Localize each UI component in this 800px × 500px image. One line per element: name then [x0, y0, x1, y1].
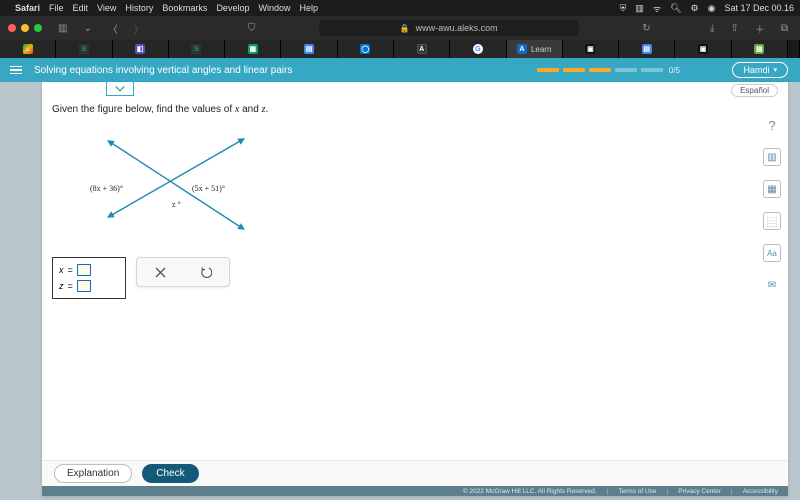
tab-purple[interactable]: ◧ — [113, 40, 169, 58]
tab-s2[interactable]: S — [169, 40, 225, 58]
bottom-bar: Explanation Check — [42, 460, 788, 486]
tab-dark1[interactable]: ▣ — [563, 40, 619, 58]
check-button[interactable]: Check — [142, 464, 198, 483]
copyright-text: © 2022 McGraw Hill LLC. All Rights Reser… — [463, 488, 597, 495]
topic-title: Solving equations involving vertical ang… — [34, 65, 293, 76]
undo-button[interactable] — [196, 263, 216, 281]
user-name: Hamdi — [743, 65, 769, 75]
tab-s1[interactable]: S — [56, 40, 112, 58]
tab-outlook[interactable]: ◯ — [338, 40, 394, 58]
menu-help[interactable]: Help — [299, 3, 318, 13]
answer-box: x= z= — [52, 257, 126, 299]
legal-footer: © 2022 McGraw Hill LLC. All Rights Reser… — [42, 486, 788, 496]
tabgroup-chevron-icon[interactable]: ⌄ — [79, 21, 95, 36]
lock-icon: 🔒 — [400, 24, 410, 33]
aleks-header: Solving equations involving vertical ang… — [0, 58, 800, 82]
help-button[interactable]: ? — [763, 116, 781, 134]
content-card: Español Given the figure below, find the… — [42, 82, 788, 496]
show-figure-button[interactable]: ▥ — [763, 148, 781, 166]
menu-view[interactable]: View — [97, 3, 116, 13]
question-text: Given the figure below, find the values … — [52, 104, 268, 115]
clear-button[interactable] — [150, 263, 170, 281]
chevron-down-icon — [115, 85, 125, 93]
new-tab-icon[interactable]: ＋ — [751, 19, 769, 38]
sidebar-toggle-icon[interactable]: ▥ — [54, 21, 71, 36]
z-input[interactable] — [77, 280, 91, 292]
reload-icon[interactable]: ↻ — [642, 23, 650, 34]
angle-label-left: (8x + 36)° — [90, 184, 123, 193]
card-subheader: Español — [42, 82, 788, 100]
tab-strip: ▲ S ◧ S ▦ ▤ ◯ A G ALearn ▣ ▤ ▣ ▨ — [0, 40, 800, 58]
close-window-icon[interactable] — [8, 24, 16, 32]
browser-toolbar: ▥ ⌄ 〈 〉 ⛉ 🔒 www-awu.aleks.com ↻ ⤓ ⇧ ＋ ⧉ — [0, 16, 800, 40]
user-menu[interactable]: Hamdi ▾ — [732, 62, 788, 78]
answer-controls — [136, 257, 230, 287]
tab-docs2[interactable]: ▤ — [619, 40, 675, 58]
siri-icon[interactable]: ◉ — [708, 3, 716, 14]
tab-aleks-learn[interactable]: ALearn — [507, 40, 563, 58]
answer-row-x: x= — [59, 264, 119, 276]
control-center-icon[interactable]: ⚙︎ — [691, 3, 699, 14]
search-icon[interactable]: 🔍︎ — [670, 3, 681, 14]
menu-history[interactable]: History — [125, 3, 153, 13]
menu-file[interactable]: File — [49, 3, 64, 13]
menu-hamburger-icon[interactable] — [10, 66, 22, 75]
menu-window[interactable]: Window — [258, 3, 290, 13]
x-icon — [155, 267, 166, 278]
menu-develop[interactable]: Develop — [216, 3, 249, 13]
menu-edit[interactable]: Edit — [73, 3, 89, 13]
angle-label-bottom: z ° — [172, 200, 181, 209]
tab-overflow[interactable] — [788, 40, 800, 58]
tab-map[interactable]: ▨ — [732, 40, 788, 58]
text-size-button[interactable]: Aa — [763, 244, 781, 262]
minimize-window-icon[interactable] — [21, 24, 29, 32]
accessibility-link[interactable]: Accessibility — [743, 488, 778, 495]
angle-label-right: (5x + 51)° — [192, 184, 225, 193]
downloads-icon[interactable]: ⤓ — [706, 21, 718, 36]
window-controls[interactable] — [8, 24, 42, 32]
wifi-icon[interactable]: ᯤ — [653, 2, 661, 15]
clock-text[interactable]: Sat 17 Dec 00.16 — [724, 3, 794, 13]
tab-google[interactable]: G — [450, 40, 506, 58]
worksheet-button[interactable]: ⿳ — [763, 212, 781, 230]
url-text: www-awu.aleks.com — [416, 23, 498, 33]
chevron-down-icon: ▾ — [773, 66, 777, 74]
message-button[interactable]: ✉ — [763, 276, 781, 294]
menu-bookmarks[interactable]: Bookmarks — [162, 3, 207, 13]
menu-safari[interactable]: Safari — [15, 3, 40, 13]
x-input[interactable] — [77, 264, 91, 276]
tab-docs[interactable]: ▤ — [281, 40, 337, 58]
calculator-button[interactable]: ▦ — [763, 180, 781, 198]
tab-overview-icon[interactable]: ⧉ — [777, 21, 792, 36]
battery-icon: ▥ — [635, 3, 644, 14]
progress-count: 0/5 — [669, 66, 680, 75]
answer-row-z: z= — [59, 280, 119, 292]
tab-drive[interactable]: ▲ — [0, 40, 56, 58]
undo-icon — [200, 266, 212, 278]
progress-indicator: 0/5 — [537, 66, 680, 75]
macos-menubar: Safari File Edit View History Bookmarks … — [0, 0, 800, 16]
tab-sheets[interactable]: ▦ — [225, 40, 281, 58]
privacy-link[interactable]: Privacy Center — [678, 488, 721, 495]
collapse-topic-button[interactable] — [106, 82, 134, 96]
explanation-button[interactable]: Explanation — [54, 464, 132, 483]
fullscreen-window-icon[interactable] — [34, 24, 42, 32]
back-button[interactable]: 〈 — [104, 19, 122, 38]
terms-link[interactable]: Terms of Use — [618, 488, 656, 495]
forward-button: 〉 — [130, 19, 148, 38]
privacy-report-icon[interactable]: ⛉ — [244, 21, 260, 36]
share-icon[interactable]: ⇧ — [726, 21, 742, 36]
tab-abox[interactable]: A — [394, 40, 450, 58]
tools-rail: ? ▥ ▦ ⿳ Aa ✉ — [762, 116, 782, 294]
language-toggle[interactable]: Español — [731, 84, 778, 97]
address-bar[interactable]: 🔒 www-awu.aleks.com ↻ — [319, 20, 579, 36]
geometry-figure: (8x + 36)° (5x + 51)° z ° — [92, 130, 262, 240]
tab-dark2[interactable]: ▣ — [675, 40, 731, 58]
shield-icon[interactable]: ⛨ — [620, 3, 627, 14]
